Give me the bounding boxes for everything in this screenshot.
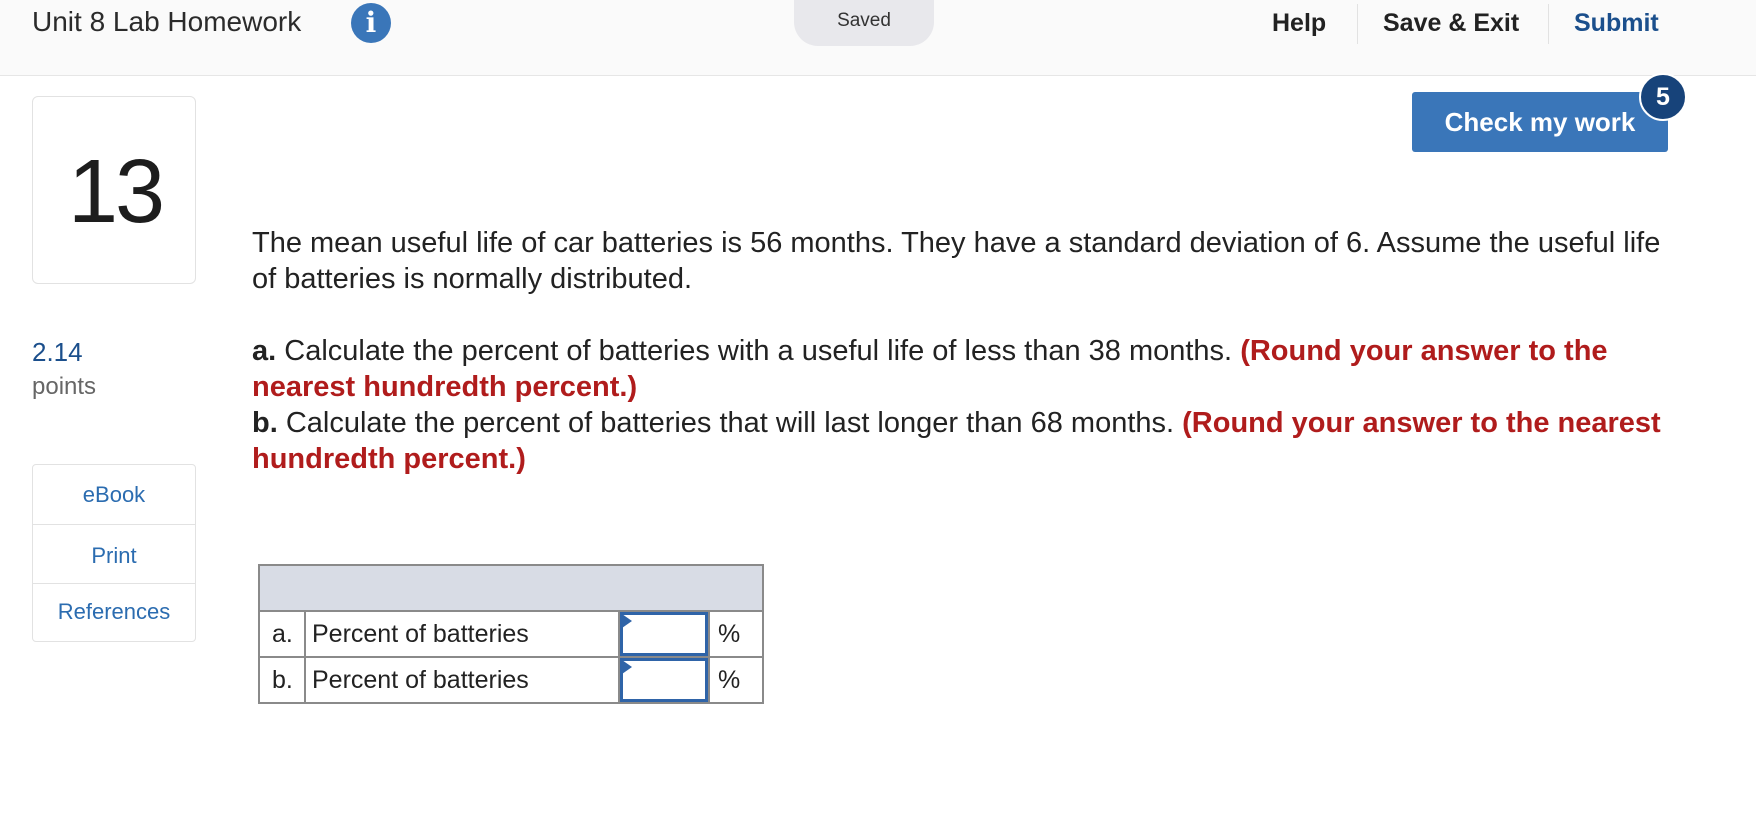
table-row: b. Percent of batteries % <box>258 656 764 704</box>
answer-cell <box>618 656 710 704</box>
answer-b-input[interactable] <box>620 658 708 702</box>
points-label: points <box>32 373 97 400</box>
question-part-a: a. Calculate the percent of batteries wi… <box>252 333 1672 405</box>
row-letter: b. <box>258 656 306 704</box>
answer-a-input[interactable] <box>620 612 708 656</box>
print-link[interactable]: Print <box>33 541 195 571</box>
question-number-card: 13 <box>32 96 196 284</box>
menu-divider <box>33 524 195 525</box>
menu-divider <box>33 583 195 584</box>
check-attempts-badge: 5 <box>1639 73 1687 121</box>
points-value: 2.14 <box>32 337 83 367</box>
table-header-row <box>258 564 764 612</box>
submit-link[interactable]: Submit <box>1574 6 1659 40</box>
save-exit-link[interactable]: Save & Exit <box>1383 6 1519 40</box>
question-part-b: b. Calculate the percent of batteries th… <box>252 405 1672 477</box>
row-unit: % <box>708 656 764 704</box>
input-marker-icon <box>622 660 632 674</box>
check-my-work-button[interactable]: Check my work <box>1412 92 1668 152</box>
references-link[interactable]: References <box>33 597 195 627</box>
help-link[interactable]: Help <box>1272 6 1326 40</box>
answer-cell <box>618 610 710 658</box>
input-marker-icon <box>622 614 632 628</box>
resource-menu: eBook Print References <box>32 464 196 642</box>
question-intro: The mean useful life of car batteries is… <box>252 227 1661 295</box>
ebook-link[interactable]: eBook <box>33 480 195 510</box>
part-b-letter: b. <box>252 407 278 439</box>
row-label: Percent of batteries <box>304 656 620 704</box>
info-icon[interactable]: i <box>351 3 391 43</box>
answer-table: a. Percent of batteries % b. Percent of … <box>258 564 764 704</box>
row-letter: a. <box>258 610 306 658</box>
table-header-cell <box>258 564 764 612</box>
table-row: a. Percent of batteries % <box>258 610 764 658</box>
header-divider <box>1357 4 1358 44</box>
part-b-text: Calculate the percent of batteries that … <box>285 407 1175 439</box>
part-a-letter: a. <box>252 335 277 367</box>
part-a-text: Calculate the percent of batteries with … <box>284 335 1233 367</box>
saved-status-badge: Saved <box>794 0 934 46</box>
top-header: Unit 8 Lab Homework i Saved Help Save & … <box>0 0 1756 76</box>
assignment-title: Unit 8 Lab Homework <box>32 6 302 37</box>
row-unit: % <box>708 610 764 658</box>
question-number: 13 <box>67 142 165 242</box>
header-divider <box>1548 4 1549 44</box>
row-label: Percent of batteries <box>304 610 620 658</box>
